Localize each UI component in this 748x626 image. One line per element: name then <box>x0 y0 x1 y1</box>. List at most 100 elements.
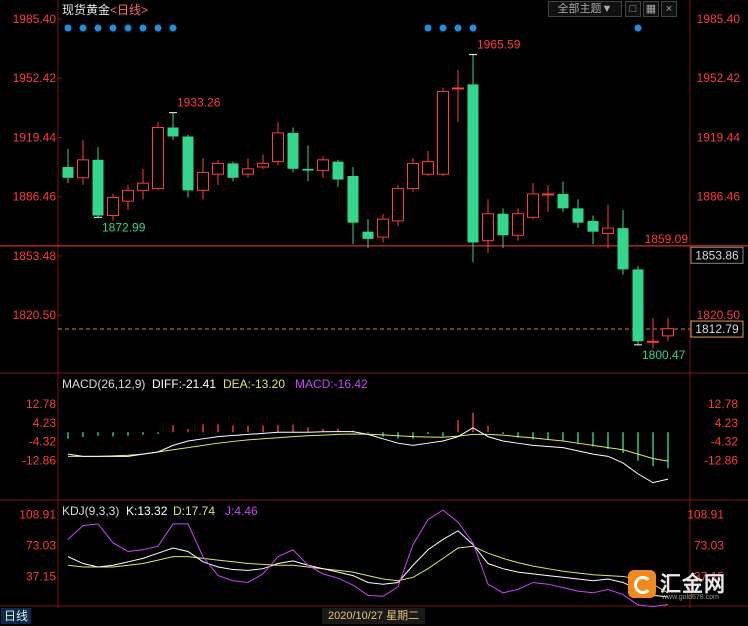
price-box-label: 1812.79 <box>695 322 739 336</box>
price-axis-left-label: 1853.48 <box>13 249 57 263</box>
logo-url: www.gold678.com <box>662 594 719 601</box>
high-price-label: 1933.26 <box>177 96 221 110</box>
candle-body-down <box>632 269 644 342</box>
macd-dea-legend: DEA:-13.20 <box>223 377 285 391</box>
signal-dot <box>64 24 72 32</box>
candle-body-down <box>92 159 104 216</box>
price-axis-left-label: 1919.44 <box>13 130 57 144</box>
macd-axis-left-label: -4.32 <box>29 435 57 449</box>
candle-body-up <box>422 161 434 175</box>
candle-body-up <box>482 213 494 242</box>
macd-diff-legend: DIFF:-21.41 <box>152 377 216 391</box>
signal-dot <box>109 24 117 32</box>
signal-dot <box>424 24 432 32</box>
candle-body-down <box>467 84 479 243</box>
gold-daily-chart[interactable]: 1985.40 1985.40 1952.42 1952.42 1919.44 1919.… <box>0 0 748 626</box>
candle-body-down <box>362 231 374 239</box>
candle-body-down <box>572 208 584 223</box>
candle-body-up <box>242 168 254 175</box>
candle-body-up <box>107 197 119 217</box>
candle-body-down <box>347 175 359 223</box>
signal-dot <box>154 24 162 32</box>
symbol-name: 现货黄金 <box>62 3 111 17</box>
candle-body-up <box>452 87 464 90</box>
signal-dot <box>634 24 642 32</box>
price-axis-right-label: 1886.46 <box>697 190 741 204</box>
candle-body-up <box>272 132 284 163</box>
candle-body-up <box>212 162 224 175</box>
candle-body-up <box>152 126 164 190</box>
date-cursor-label: 2020/10/27 星期二 <box>322 608 426 624</box>
signal-dot <box>439 24 447 32</box>
candle-body-up <box>317 159 329 172</box>
kdj-j-legend: J:4.46 <box>225 504 258 518</box>
period-label[interactable]: <日线> <box>110 3 148 17</box>
kdj-title: KDJ(9,3,3) <box>62 504 119 518</box>
square-icon[interactable]: □ <box>625 1 641 17</box>
candle-body-down <box>167 127 179 137</box>
candle-body-down <box>617 228 629 270</box>
candle-body-down <box>332 161 344 180</box>
macd-axis-left-label: -12.86 <box>22 453 56 467</box>
kdj-k-line <box>67 530 669 598</box>
period-tag[interactable]: 日线 <box>1 608 32 624</box>
price-axis-left-label: 1952.42 <box>13 71 57 85</box>
low-price-label: 1872.99 <box>102 220 146 234</box>
candle-body-down <box>182 136 194 191</box>
kdj-axis-right-label: 73.03 <box>694 538 724 552</box>
header-title: 现货黄金<日线> <box>62 1 148 18</box>
candle-body-up <box>662 328 674 337</box>
candle-body-up <box>437 91 449 175</box>
close-button[interactable]: × <box>661 1 677 17</box>
candle-body-up <box>122 189 134 202</box>
price-axis-left-label: 1985.40 <box>13 12 57 26</box>
kdj-axis-right-label: 108.91 <box>687 508 724 522</box>
signal-dot <box>79 24 87 32</box>
signal-dot <box>139 24 147 32</box>
candle-body-up <box>137 182 149 191</box>
candle-body-up <box>197 171 209 191</box>
price-axis-left-label: 1886.46 <box>13 190 57 204</box>
macd-value-legend: MACD:-16.42 <box>295 377 368 391</box>
kdj-k-legend: K:13.32 <box>126 504 168 518</box>
price-axis-right-label: 1820.50 <box>697 308 741 322</box>
signal-dot <box>124 24 132 32</box>
candle-body-down <box>302 168 314 171</box>
macd-axis-left-label: 12.78 <box>26 397 56 411</box>
signal-dot <box>454 24 462 32</box>
grid-icon[interactable]: ▦ <box>643 1 659 17</box>
candle-body-down <box>497 213 509 236</box>
high-price-label: 1965.59 <box>477 38 521 52</box>
candle-body-up <box>257 162 269 168</box>
candle-body-down <box>287 132 299 169</box>
candle-body-up <box>542 193 554 196</box>
reference-line-label: 1859.09 <box>645 232 689 246</box>
candle-body-up <box>377 218 389 238</box>
candle-body-up <box>647 340 659 343</box>
price-axis-left-label: 1820.50 <box>13 308 57 322</box>
macd-title: MACD(26,12,9) <box>62 377 145 391</box>
candle-body-up <box>602 227 614 234</box>
macd-axis-right-label: -4.32 <box>711 435 739 449</box>
macd-axis-right-label: 12.78 <box>708 397 738 411</box>
candle-body-up <box>512 213 524 236</box>
candle-body-up <box>527 193 539 218</box>
candle-body-up <box>407 162 419 190</box>
candle-body-down <box>227 163 239 178</box>
price-axis-right-label: 1952.42 <box>697 71 741 85</box>
low-price-label: 1800.47 <box>642 348 686 362</box>
candle-body-up <box>77 159 89 179</box>
theme-dropdown-button[interactable]: 全部主题▼ <box>548 1 622 17</box>
candle-body-up <box>392 188 404 222</box>
signal-dot <box>469 24 477 32</box>
kdj-d-legend: D:17.74 <box>173 504 215 518</box>
signal-dot <box>94 24 102 32</box>
price-axis-right-label: 1985.40 <box>697 12 741 26</box>
macd-axis-right-label: -12.86 <box>704 453 738 467</box>
candle-body-down <box>557 193 569 209</box>
kdj-axis-left-label: 37.15 <box>26 569 56 583</box>
signal-dot <box>169 24 177 32</box>
candle-body-down <box>587 220 599 232</box>
macd-axis-right-label: 4.23 <box>715 416 739 430</box>
price-box-label: 1853.86 <box>695 248 739 262</box>
